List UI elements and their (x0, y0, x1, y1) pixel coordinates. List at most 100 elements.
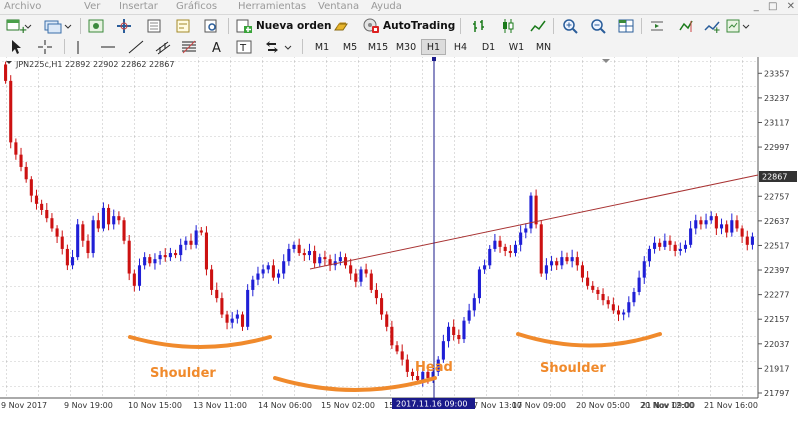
zoom-out-button[interactable] (590, 17, 606, 35)
channel-button[interactable] (155, 38, 171, 56)
timeframe-m1[interactable]: M1 (310, 39, 334, 55)
zoom-in-icon (563, 19, 578, 34)
candle-body (179, 244, 183, 256)
candle-body (297, 244, 301, 254)
menu-archivo[interactable]: Archivo (4, 1, 41, 12)
cursor-button[interactable] (10, 38, 24, 56)
arrows-menu-button[interactable] (264, 38, 294, 56)
candle-body (565, 257, 569, 262)
text-button[interactable]: A (209, 38, 223, 56)
templates-button[interactable] (725, 17, 751, 35)
bar-chart-button[interactable] (471, 17, 487, 35)
crosshair-button[interactable] (37, 38, 53, 56)
candle-body (76, 224, 80, 258)
profiles-button[interactable] (44, 17, 72, 35)
price-chart[interactable]: JPN225c,H1 22892 22902 22862 22867 Shoul… (0, 57, 798, 419)
text-label-button[interactable]: T (236, 38, 252, 56)
strategy-tester-button[interactable] (203, 17, 219, 35)
menu-insertar[interactable]: Insertar (119, 1, 158, 12)
candle-body (40, 203, 44, 210)
chart-shift-button[interactable] (678, 17, 694, 35)
candle-body (55, 228, 59, 237)
time-tick-label: 20 Nov 05:00 (576, 401, 630, 410)
line-chart-icon (530, 20, 546, 32)
candle-body (493, 240, 497, 249)
restore-button[interactable]: □ (768, 1, 777, 12)
templates-icon (726, 19, 750, 33)
candlestick-button[interactable] (500, 17, 516, 35)
crosshair-move-button[interactable] (116, 17, 132, 35)
timeframe-m5[interactable]: M5 (337, 39, 363, 55)
candle-body (323, 257, 327, 260)
timeframe-m15[interactable]: M15 (365, 39, 391, 55)
tile-windows-button[interactable] (618, 17, 634, 35)
candle-body (369, 273, 373, 290)
close-button[interactable]: ✕ (787, 1, 795, 12)
minimize-button[interactable]: _ (754, 1, 759, 12)
candle-body (256, 273, 260, 280)
line-chart-button[interactable] (530, 17, 546, 35)
menu-graficos[interactable]: Gráficos (176, 1, 217, 12)
new-order-button[interactable]: Nueva orden (236, 17, 331, 35)
candle-body (555, 261, 559, 266)
timeframe-mn[interactable]: MN (531, 39, 556, 55)
candle-body (199, 230, 203, 233)
timeframe-m30[interactable]: M30 (393, 39, 419, 55)
candle-body (477, 269, 481, 299)
candle-body (601, 294, 605, 301)
candle-body (380, 298, 384, 315)
time-tick-label: 17 Nov 09:00 (512, 401, 566, 410)
time-tick-label: 21 Nov 16:00 (704, 401, 758, 410)
timeframe-h1[interactable]: H1 (421, 39, 446, 55)
crosshair-icon (38, 40, 52, 54)
indicators-icon: + (704, 21, 720, 34)
new-order-icon (236, 19, 252, 33)
navigator-button[interactable] (175, 17, 191, 35)
new-order-label: Nueva orden (256, 20, 332, 32)
autotrading-button[interactable]: AutoTrading (363, 17, 455, 35)
svg-text:+: + (713, 26, 720, 34)
crosshair-top-handle[interactable] (432, 57, 436, 61)
indicators-button[interactable]: + (704, 17, 720, 35)
menu-ver[interactable]: Ver (84, 1, 100, 12)
candle-body (210, 269, 214, 290)
candle-body (390, 326, 394, 346)
menu-ayuda[interactable]: Ayuda (371, 1, 402, 12)
timeframe-h4[interactable]: H4 (448, 39, 473, 55)
metaeditor-button[interactable] (333, 17, 351, 35)
candle-body (385, 314, 389, 327)
timeframe-d1[interactable]: D1 (476, 39, 501, 55)
menu-ventana[interactable]: Ventana (318, 1, 359, 12)
vertical-line-button[interactable] (73, 38, 83, 56)
candle-body (462, 320, 466, 340)
candle-body (668, 240, 672, 245)
candle-body (735, 220, 739, 229)
new-chart-button[interactable]: + (6, 17, 32, 35)
candle-body (725, 224, 729, 233)
price-tick-label: 21797 (764, 389, 789, 398)
horizontal-line-button[interactable] (100, 38, 116, 56)
market-watch-button[interactable] (88, 17, 104, 35)
price-tick-label: 23357 (764, 69, 789, 78)
candle-body (204, 232, 208, 270)
fibonacci-button[interactable] (181, 38, 197, 56)
candle-body (472, 298, 476, 311)
menu-herramientas[interactable]: Herramientas (238, 1, 306, 12)
trendline-button[interactable] (128, 38, 144, 56)
data-window-button[interactable] (146, 17, 162, 35)
autoscroll-button[interactable] (649, 17, 665, 35)
candle-body (271, 265, 275, 278)
candle-body (513, 244, 518, 254)
candle-body (148, 257, 152, 264)
candle-body (689, 228, 693, 245)
zoom-in-button[interactable] (562, 17, 578, 35)
candle-body (225, 314, 229, 323)
price-tick-label: 22997 (764, 143, 789, 152)
candle-body (50, 218, 54, 229)
text-icon: A (212, 41, 221, 55)
candle-body (19, 154, 23, 167)
candle-body (663, 240, 667, 247)
candle-body (117, 216, 121, 221)
candle-body (730, 220, 734, 233)
timeframe-w1[interactable]: W1 (504, 39, 529, 55)
